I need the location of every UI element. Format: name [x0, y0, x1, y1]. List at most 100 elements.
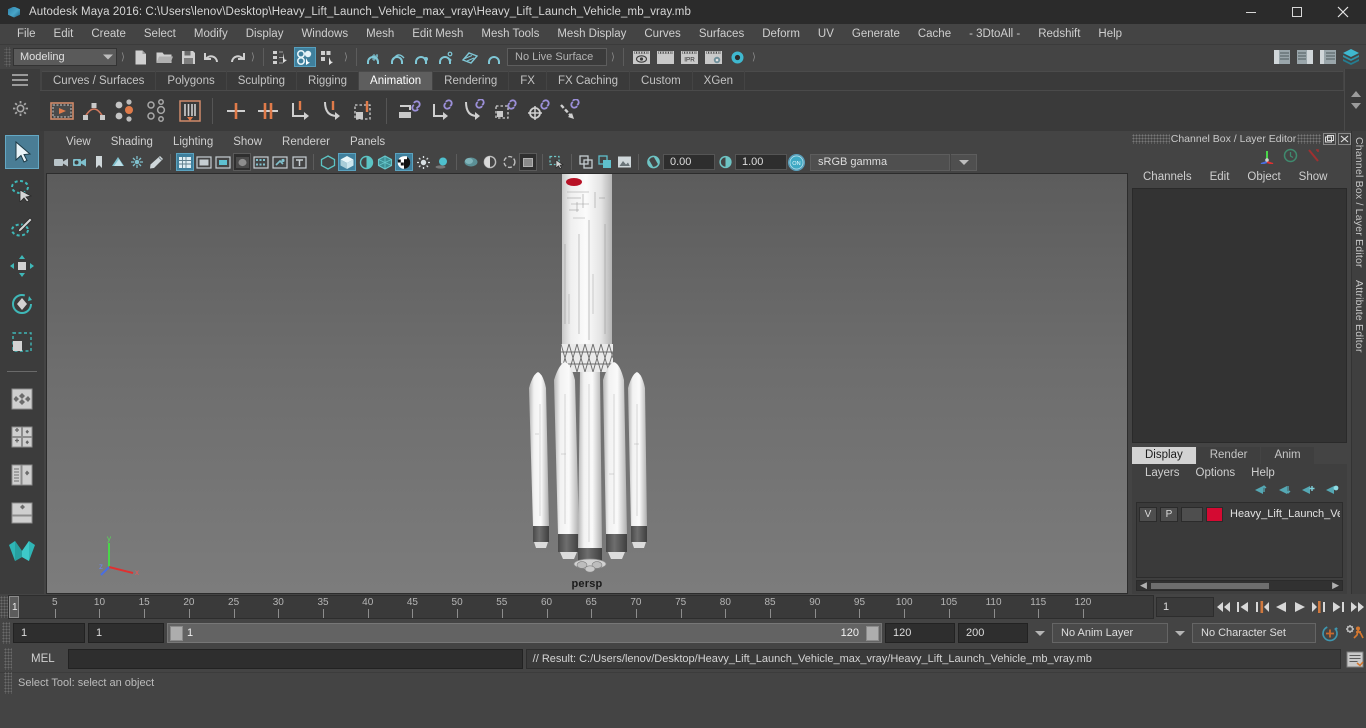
connect-breakdown-icon[interactable]: [427, 97, 456, 126]
set-inbetween-key-icon[interactable]: [317, 97, 346, 126]
shelf-tab-fx-caching[interactable]: FX Caching: [546, 71, 630, 90]
rotate-tool-button[interactable]: [5, 287, 39, 321]
move-tool-button[interactable]: [5, 249, 39, 283]
channel-menu-edit[interactable]: Edit: [1201, 171, 1239, 183]
gamma-field[interactable]: 1.00: [735, 154, 787, 170]
shelf-tab-curves-surfaces[interactable]: Curves / Surfaces: [42, 71, 156, 90]
layer-list[interactable]: V P Heavy_Lift_Launch_Veh: [1136, 502, 1343, 578]
show-hide-modeling-toolkit-icon[interactable]: [1271, 47, 1293, 67]
viewport-menu-show[interactable]: Show: [223, 136, 272, 148]
gamma-adjust-icon[interactable]: [716, 153, 734, 171]
two-d-pan-zoom-icon[interactable]: [128, 153, 146, 171]
make-live-button[interactable]: [483, 47, 505, 67]
render-current-frame-button[interactable]: [630, 47, 652, 67]
scroll-right-icon[interactable]: ▶: [1332, 580, 1339, 591]
smooth-shade-all-icon[interactable]: [338, 153, 356, 171]
toolbar-grip[interactable]: [4, 47, 11, 67]
shelf-scroll-down-icon[interactable]: [1350, 103, 1361, 109]
set-key-rotate-icon[interactable]: [143, 97, 172, 126]
shelf-tab-fx[interactable]: FX: [509, 71, 546, 90]
new-scene-button[interactable]: [129, 47, 151, 67]
scroll-left-icon[interactable]: ◀: [1140, 580, 1147, 591]
undock-panel-button[interactable]: [1323, 133, 1336, 145]
persp-outliner-layout-button[interactable]: [5, 496, 39, 530]
text-overlay-icon[interactable]: [290, 153, 308, 171]
move-layer-up-icon[interactable]: [1252, 484, 1267, 499]
menu-curves[interactable]: Curves: [635, 24, 689, 45]
isolate-select-icon[interactable]: [519, 153, 537, 171]
shelf-options-gear-icon[interactable]: [12, 100, 29, 120]
range-slider-grip[interactable]: [2, 622, 10, 644]
shelf-tab-sculpting[interactable]: Sculpting: [226, 71, 297, 90]
menu-display[interactable]: Display: [237, 24, 293, 45]
outliner-persp-layout-button[interactable]: [5, 458, 39, 492]
layer-shading-toggle[interactable]: [1181, 506, 1203, 522]
snap-to-curve-button[interactable]: [387, 47, 409, 67]
layer-menu-options[interactable]: Options: [1188, 467, 1244, 479]
menu-cache[interactable]: Cache: [909, 24, 960, 45]
scroll-thumb[interactable]: [1151, 583, 1269, 589]
layer-name[interactable]: Heavy_Lift_Launch_Veh: [1230, 508, 1340, 520]
set-key-translate-icon[interactable]: [111, 97, 140, 126]
command-language-label[interactable]: MEL: [15, 653, 65, 665]
layer-visibility-toggle[interactable]: V: [1139, 506, 1157, 522]
current-frame-field[interactable]: 1: [1156, 597, 1214, 617]
select-by-component-type-button[interactable]: [318, 47, 340, 67]
menu-redshift[interactable]: Redshift: [1029, 24, 1089, 45]
layer-tab-anim[interactable]: Anim: [1261, 447, 1314, 464]
auto-keyframe-toggle-icon[interactable]: [1319, 622, 1341, 644]
create-empty-layer-icon[interactable]: [1300, 484, 1315, 499]
menu-file[interactable]: File: [8, 24, 45, 45]
layer-tab-render[interactable]: Render: [1196, 447, 1261, 464]
layer-color-swatch[interactable]: [1206, 506, 1223, 522]
menu-deform[interactable]: Deform: [753, 24, 809, 45]
playback-end-time-field[interactable]: 120: [885, 623, 955, 643]
animation-end-time-field[interactable]: 200: [958, 623, 1028, 643]
rocket-model[interactable]: [509, 174, 669, 594]
set-key-selected-icon[interactable]: [349, 97, 378, 126]
connect-inbetween-icon[interactable]: [459, 97, 488, 126]
channel-menu-channels[interactable]: Channels: [1134, 171, 1201, 183]
channel-menu-object[interactable]: Object: [1238, 171, 1289, 183]
time-slider-grip[interactable]: [0, 596, 8, 618]
tear-off-panel-icon[interactable]: [596, 153, 614, 171]
textured-shading-icon[interactable]: [395, 153, 413, 171]
shelf-scroll-arrows[interactable]: [1344, 69, 1366, 131]
viewport-menu-panels[interactable]: Panels: [340, 136, 395, 148]
side-tab-attribute-editor[interactable]: Attribute Editor: [1353, 280, 1365, 353]
snap-to-projected-center-button[interactable]: [435, 47, 457, 67]
select-tool-button[interactable]: [5, 135, 39, 169]
shade-with-wireframe-icon[interactable]: [357, 153, 375, 171]
menu-mesh[interactable]: Mesh: [357, 24, 403, 45]
shelf-scroll-up-icon[interactable]: [1350, 91, 1361, 97]
command-input[interactable]: [67, 649, 523, 669]
maximize-button[interactable]: [1274, 0, 1320, 24]
ghost-selected-icon[interactable]: [175, 97, 204, 126]
transform-axes-icon[interactable]: [1259, 148, 1275, 167]
snap-to-view-plane-button[interactable]: [459, 47, 481, 67]
range-slider-left-handle[interactable]: [170, 625, 183, 641]
close-button[interactable]: [1320, 0, 1366, 24]
play-forwards-button[interactable]: [1290, 596, 1309, 618]
image-plane-icon[interactable]: [109, 153, 127, 171]
range-slider[interactable]: 1 120: [167, 623, 882, 643]
channel-history-icon[interactable]: [1283, 148, 1298, 166]
shelf-tab-animation[interactable]: Animation: [359, 71, 433, 90]
menu-mesh-tools[interactable]: Mesh Tools: [472, 24, 548, 45]
film-gate-icon[interactable]: [195, 153, 213, 171]
step-back-key-button[interactable]: [1252, 596, 1271, 618]
motion-blur-icon[interactable]: [462, 153, 480, 171]
lasso-tool-button[interactable]: [5, 173, 39, 207]
connect-selection-icon[interactable]: [491, 97, 520, 126]
viewport-menu-shading[interactable]: Shading: [101, 136, 163, 148]
shelf-menu-icon[interactable]: [12, 74, 28, 89]
viewport-menu-renderer[interactable]: Renderer: [272, 136, 340, 148]
show-hide-tool-settings-icon[interactable]: [1317, 47, 1339, 67]
shelf-tab-rendering[interactable]: Rendering: [433, 71, 509, 90]
move-layer-down-icon[interactable]: [1276, 484, 1291, 499]
menu-edit-mesh[interactable]: Edit Mesh: [403, 24, 472, 45]
menu-select[interactable]: Select: [135, 24, 185, 45]
shelf-tab-polygons[interactable]: Polygons: [156, 71, 226, 90]
bookmark-icon[interactable]: [90, 153, 108, 171]
menu-uv[interactable]: UV: [809, 24, 843, 45]
